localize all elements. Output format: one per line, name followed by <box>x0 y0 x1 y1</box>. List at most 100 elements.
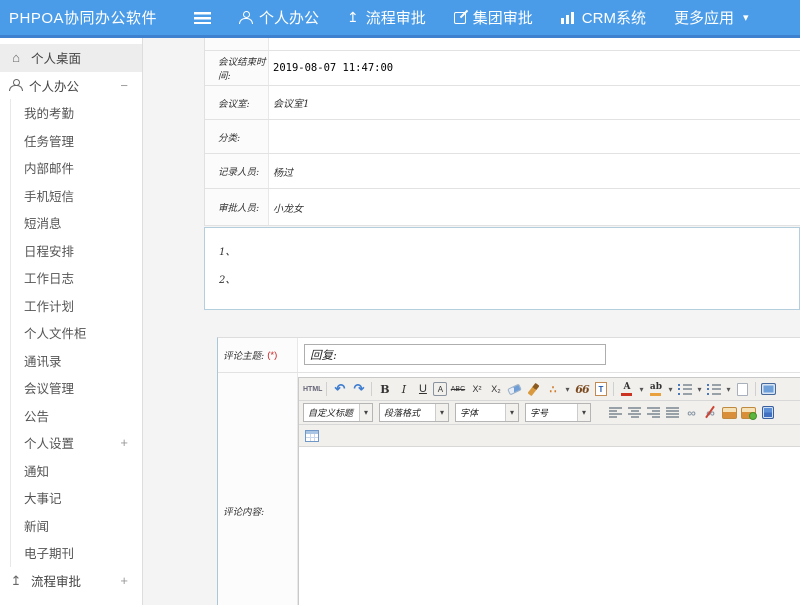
sidebar-item-label: 工作计划 <box>24 296 74 315</box>
sidebar-item-memorabilia[interactable]: 大事记 <box>11 484 142 512</box>
insert-media-icon[interactable] <box>759 404 776 421</box>
nav-label: CRM系统 <box>582 7 646 28</box>
person-icon <box>239 11 252 24</box>
select-value: 字体 <box>456 406 505 419</box>
chevron-down-icon: ▾ <box>435 404 448 421</box>
nav-item-group-approval[interactable]: 集团审批 <box>454 7 533 28</box>
comment-subject-input[interactable] <box>304 344 606 365</box>
align-justify-icon[interactable] <box>664 404 681 421</box>
sidebar-item-label: 公告 <box>24 406 49 425</box>
font-family-select[interactable]: 字体 ▾ <box>455 403 519 422</box>
sidebar-item-file-cabinet[interactable]: 个人文件柜 <box>11 319 142 347</box>
upload-image-icon[interactable] <box>740 404 757 421</box>
select-value: 字号 <box>526 406 577 419</box>
chevron-down-icon: ▾ <box>743 11 749 24</box>
meeting-notes-box: 1、 2、 <box>204 227 800 310</box>
chevron-down-icon[interactable]: ▾ <box>563 381 571 398</box>
sidebar-item-workflow-approval[interactable]: ↥ 流程审批 + <box>0 567 142 595</box>
sidebar-item-work-plan[interactable]: 工作计划 <box>11 292 142 320</box>
insert-image-icon[interactable] <box>721 404 738 421</box>
broom-icon <box>528 382 540 395</box>
sidebar-item-e-journal[interactable]: 电子期刊 <box>11 539 142 567</box>
undo-icon[interactable]: ↶ <box>331 381 348 398</box>
heading-select[interactable]: 自定义标题 ▾ <box>303 403 373 422</box>
sidebar-item-label: 个人办公 <box>29 76 79 95</box>
meeting-detail-table: 会议结束时间: 2019-08-07 11:47:00 会议室: 会议室1 分类… <box>204 38 800 226</box>
font-color-glyph: A <box>623 383 630 392</box>
bold-icon[interactable]: B <box>376 381 393 398</box>
chevron-down-icon: ▾ <box>359 404 372 421</box>
menu-toggle-icon[interactable] <box>194 12 211 24</box>
chevron-down-icon[interactable]: ▾ <box>666 381 674 398</box>
ordered-list-icon[interactable] <box>676 381 693 398</box>
sidebar-item-label: 个人设置 <box>24 433 74 452</box>
nav-item-personal-office[interactable]: 个人办公 <box>239 7 319 28</box>
highlight-glyph: ab <box>650 383 662 392</box>
remove-format-icon[interactable] <box>506 381 523 398</box>
expand-icon[interactable]: + <box>120 573 128 588</box>
insert-table-icon[interactable] <box>303 427 320 444</box>
font-color-icon[interactable]: A <box>618 381 635 398</box>
char-border-icon[interactable]: A <box>433 382 447 396</box>
main-menu: 个人办公 ↥ 流程审批 集团审批 CRM系统 更多应用 ▾ <box>225 7 763 28</box>
nav-item-more-apps[interactable]: 更多应用 ▾ <box>674 7 749 28</box>
sidebar-item-announcement[interactable]: 公告 <box>11 402 142 430</box>
sidebar-item-notice[interactable]: 通知 <box>11 457 142 485</box>
underline-icon[interactable]: U <box>414 381 431 398</box>
field-label: 会议室: <box>205 86 269 119</box>
editor-toolbar-row2: 自定义标题 ▾ 段落格式 ▾ 字体 ▾ 字号 ▾ <box>299 401 800 425</box>
unordered-list-icon[interactable] <box>705 381 722 398</box>
sidebar-item-work-log[interactable]: 工作日志 <box>11 264 142 292</box>
nav-item-crm[interactable]: CRM系统 <box>561 7 646 28</box>
sidebar-item-label: 流程审批 <box>31 571 81 590</box>
chevron-down-icon[interactable]: ▾ <box>695 381 703 398</box>
remove-link-icon[interactable]: ∞ <box>702 404 719 421</box>
toolbar-separator <box>326 382 327 396</box>
italic-icon[interactable]: I <box>395 381 412 398</box>
collapse-icon[interactable]: − <box>120 78 128 93</box>
sidebar-item-sms[interactable]: 手机短信 <box>11 182 142 210</box>
sidebar-item-tasks[interactable]: 任务管理 <box>11 127 142 155</box>
new-document-icon[interactable] <box>734 381 751 398</box>
superscript-icon[interactable]: X² <box>468 381 485 398</box>
format-brush-icon[interactable] <box>525 381 542 398</box>
blockquote-icon[interactable]: 66 <box>573 381 590 398</box>
insert-link-icon[interactable]: ∞ <box>683 404 700 421</box>
sidebar-item-short-message[interactable]: 短消息 <box>11 209 142 237</box>
sidebar: ⌂ 个人桌面 个人办公 − 我的考勤 任务管理 内部邮件 手机短信 短消息 日程… <box>0 38 143 605</box>
expand-icon[interactable]: + <box>120 435 128 450</box>
select-value: 自定义标题 <box>304 406 359 419</box>
paste-as-text-icon[interactable]: T <box>592 381 609 398</box>
chevron-down-icon[interactable]: ▾ <box>724 381 732 398</box>
strikethrough-icon[interactable]: ABC <box>449 381 466 398</box>
sidebar-item-contacts[interactable]: 通讯录 <box>11 347 142 375</box>
workflow-icon: ↥ <box>9 574 23 587</box>
nav-item-workflow-approval[interactable]: ↥ 流程审批 <box>347 7 426 28</box>
sidebar-item-attendance[interactable]: 我的考勤 <box>11 99 142 127</box>
align-right-icon[interactable] <box>645 404 662 421</box>
sidebar-item-personal-settings[interactable]: 个人设置 + <box>11 429 142 457</box>
align-center-icon[interactable] <box>626 404 643 421</box>
chevron-down-icon: ▾ <box>577 404 590 421</box>
sidebar-item-desktop[interactable]: ⌂ 个人桌面 <box>0 44 142 72</box>
sidebar-item-schedule[interactable]: 日程安排 <box>11 237 142 265</box>
chevron-down-icon[interactable]: ▾ <box>637 381 645 398</box>
fullscreen-icon[interactable] <box>760 381 777 398</box>
paragraph-format-select[interactable]: 段落格式 ▾ <box>379 403 449 422</box>
sidebar-item-meeting-management[interactable]: 会议管理 <box>11 374 142 402</box>
redo-icon[interactable]: ↷ <box>350 381 367 398</box>
nav-label: 更多应用 <box>674 7 734 28</box>
align-left-icon[interactable] <box>607 404 624 421</box>
sidebar-item-internal-mail[interactable]: 内部邮件 <box>11 154 142 182</box>
table-row-category: 分类: <box>205 120 800 154</box>
subscript-icon[interactable]: X₂ <box>487 381 504 398</box>
sidebar-item-label: 新闻 <box>24 516 49 535</box>
html-source-button[interactable]: HTML <box>303 381 322 398</box>
highlight-color-icon[interactable]: ab <box>647 381 664 398</box>
sidebar-item-personal-office[interactable]: 个人办公 − <box>0 72 142 100</box>
app-logo[interactable]: PHPOA协同办公软件 <box>0 7 188 28</box>
text-effects-icon[interactable]: ∴ <box>544 381 561 398</box>
editor-content-area[interactable] <box>299 447 800 605</box>
sidebar-item-news[interactable]: 新闻 <box>11 512 142 540</box>
font-size-select[interactable]: 字号 ▾ <box>525 403 591 422</box>
